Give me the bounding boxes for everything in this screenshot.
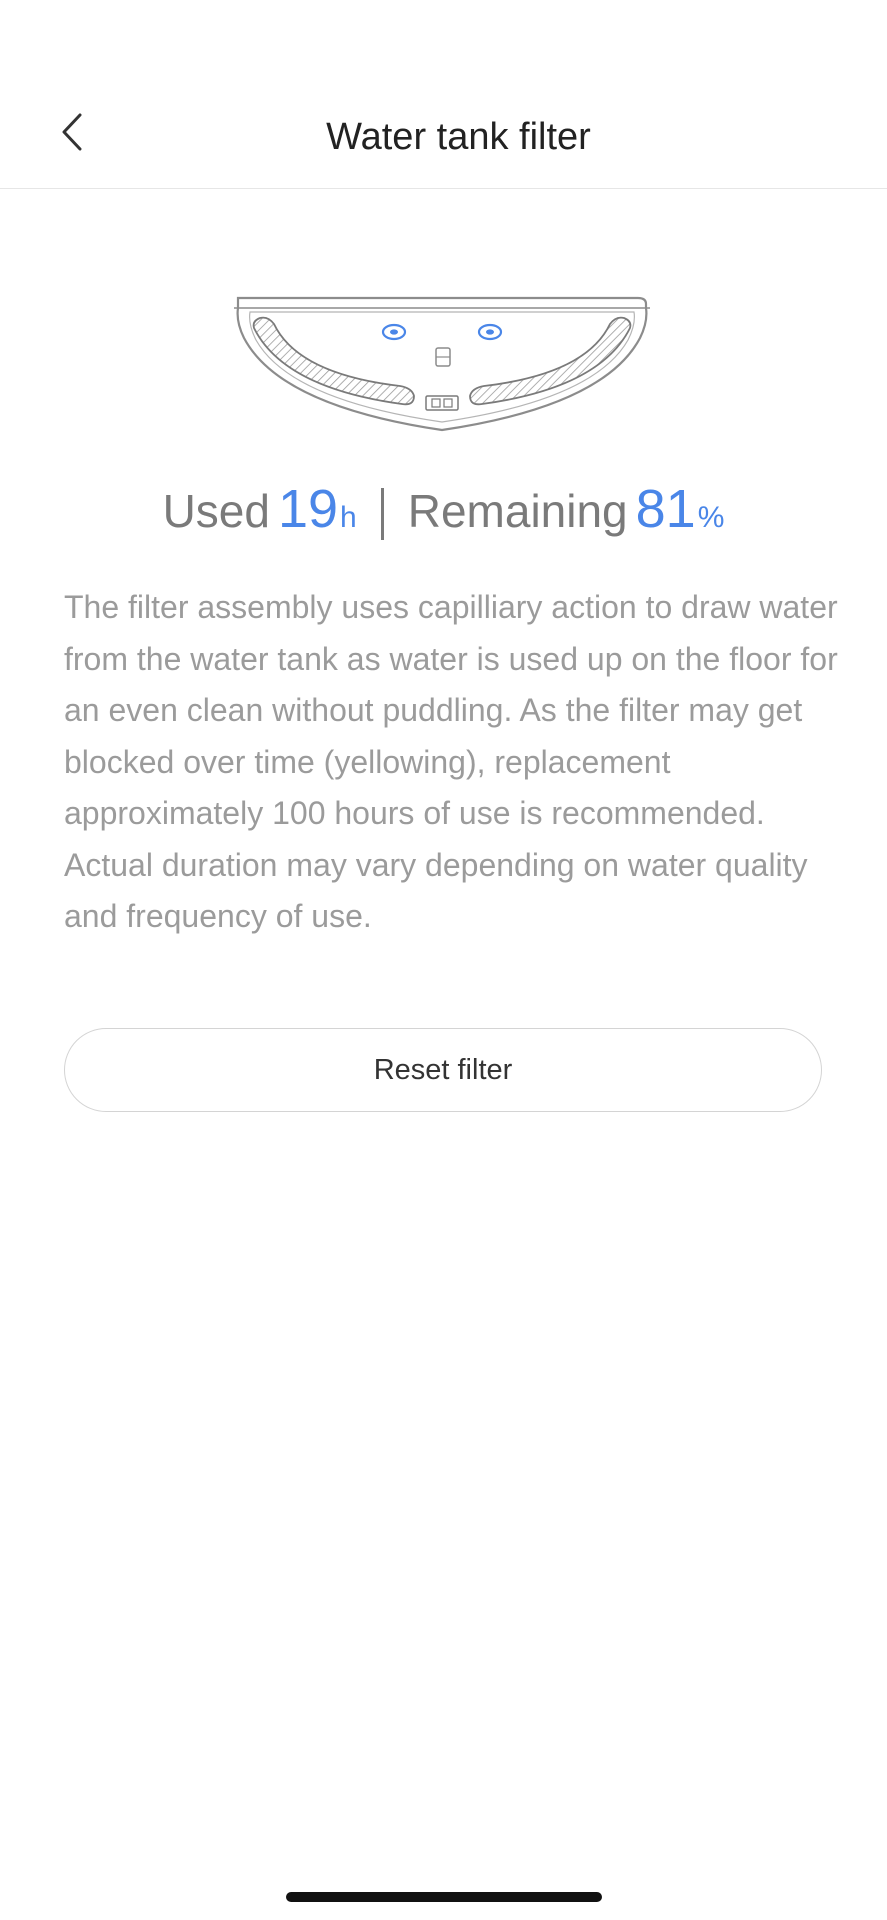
stats-divider <box>380 488 384 540</box>
robot-vacuum-bottom-icon <box>224 288 660 438</box>
reset-filter-button[interactable]: Reset filter <box>64 1028 822 1112</box>
home-indicator[interactable] <box>286 1892 602 1902</box>
remaining-unit: % <box>697 501 725 534</box>
usage-stats: Used 19 h Remaining 81 % <box>0 478 887 558</box>
used-unit: h <box>340 501 357 534</box>
remaining-label: Remaining <box>407 485 628 537</box>
used-value: 19 <box>277 479 339 539</box>
filter-description: The filter assembly uses capilliary acti… <box>64 589 838 934</box>
remaining-value: 81 <box>635 479 696 539</box>
used-label: Used <box>162 485 270 537</box>
navigation-bar: Water tank filter <box>0 80 887 189</box>
page-title: Water tank filter <box>326 116 591 158</box>
